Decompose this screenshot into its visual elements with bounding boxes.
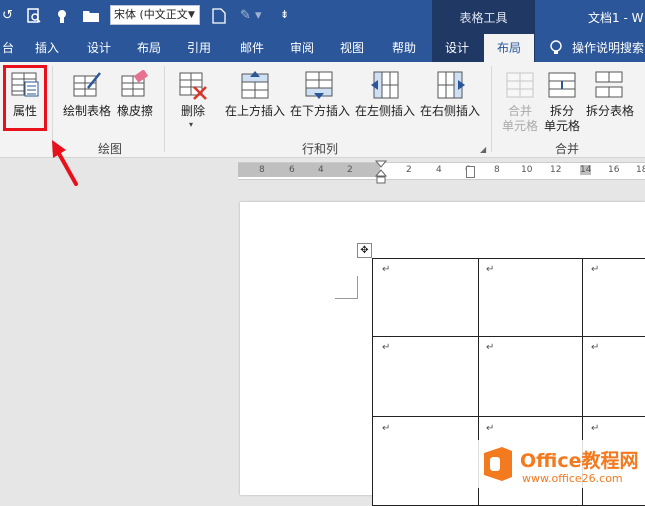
- cell-end-mark: ↵: [382, 264, 391, 275]
- ruler-tick: 8: [259, 165, 265, 175]
- insert-right-icon[interactable]: [436, 70, 466, 100]
- ruler-tick: 2: [406, 165, 412, 175]
- font-dropdown-icon[interactable]: ▼: [188, 5, 195, 25]
- customize-icon[interactable]: ⇟: [280, 8, 289, 21]
- delete-table-icon[interactable]: [178, 70, 208, 100]
- merge-cells-line1[interactable]: 合并: [500, 104, 540, 118]
- contextual-group-title: 表格工具: [459, 11, 508, 25]
- cell-end-mark: ↵: [591, 264, 600, 275]
- insert-left-icon[interactable]: [370, 70, 400, 100]
- ruler-tick: 8: [494, 165, 500, 175]
- insert-right-button[interactable]: 在右侧插入: [419, 104, 481, 118]
- watermark-brand: Office教程网: [520, 450, 639, 472]
- split-cells-line1[interactable]: 拆分: [542, 104, 582, 118]
- group-label-merge: 合并: [554, 142, 579, 156]
- delete-dropdown-icon[interactable]: ▾: [189, 120, 193, 129]
- draw-table-button[interactable]: 绘制表格: [62, 104, 112, 118]
- table-move-handle-icon[interactable]: ✥: [357, 243, 372, 258]
- tab-table-design[interactable]: 设计: [437, 34, 477, 62]
- insert-below-button[interactable]: 在下方插入: [289, 104, 351, 118]
- delete-button[interactable]: 删除: [176, 104, 210, 118]
- tab-table-layout[interactable]: 布局: [484, 34, 534, 62]
- ruler-tick: 14: [580, 165, 592, 175]
- cell-end-mark: ↵: [486, 423, 495, 434]
- font-name-box[interactable]: 宋体 (中文正文: [110, 5, 200, 25]
- merge-cells-line2[interactable]: 单元格: [500, 119, 540, 133]
- tell-me-search[interactable]: 操作说明搜索: [572, 34, 645, 62]
- properties-highlight-box: [3, 65, 47, 131]
- lightbulb-icon: [549, 40, 563, 59]
- red-arrow-icon: [48, 138, 82, 191]
- eraser-icon[interactable]: [120, 69, 150, 100]
- cell-end-mark: ↵: [382, 342, 391, 353]
- document-title: 文档1 - W: [588, 11, 644, 25]
- cell-end-mark: ↵: [486, 264, 495, 275]
- split-cells-icon[interactable]: [547, 70, 577, 100]
- column-marker-icon[interactable]: [466, 166, 475, 178]
- tab-insert[interactable]: 插入: [28, 34, 66, 62]
- tab-start[interactable]: 台: [0, 34, 16, 62]
- ruler-tick: 12: [550, 165, 562, 175]
- insert-below-icon[interactable]: [304, 70, 334, 100]
- draw-table-icon[interactable]: [72, 70, 102, 100]
- ruler-tick: 18: [636, 165, 645, 175]
- ruler-tick: 4: [436, 165, 442, 175]
- new-doc-icon[interactable]: [212, 8, 226, 28]
- print-preview-icon[interactable]: [26, 8, 42, 28]
- tab-layout[interactable]: 布局: [130, 34, 168, 62]
- open-folder-icon[interactable]: [82, 8, 100, 28]
- office-logo-icon: [480, 445, 516, 486]
- tab-design[interactable]: 设计: [80, 34, 118, 62]
- tab-references[interactable]: 引用: [180, 34, 218, 62]
- ruler-tick: 6: [289, 165, 295, 175]
- ruler-tick: 10: [521, 165, 533, 175]
- ruler-tick: 4: [318, 165, 324, 175]
- ruler-tick: 16: [608, 165, 620, 175]
- merge-cells-icon[interactable]: [505, 70, 535, 100]
- insert-above-button[interactable]: 在上方插入: [224, 104, 286, 118]
- cell-end-mark: ↵: [591, 423, 600, 434]
- insert-left-button[interactable]: 在左侧插入: [354, 104, 416, 118]
- undo-icon[interactable]: ↺: [2, 8, 13, 23]
- cell-end-mark: ↵: [382, 423, 391, 434]
- split-cells-line2[interactable]: 单元格: [542, 119, 582, 133]
- watermark-url: www.office26.com: [522, 472, 623, 485]
- eraser-button[interactable]: 橡皮擦: [114, 104, 156, 118]
- tab-mailings[interactable]: 邮件: [233, 34, 271, 62]
- margin-corner-mark: [335, 276, 358, 299]
- tab-view[interactable]: 视图: [333, 34, 371, 62]
- split-table-button[interactable]: 拆分表格: [584, 104, 636, 118]
- indent-marker-icon[interactable]: [374, 160, 388, 187]
- dialog-launcher-icon[interactable]: ◢: [480, 145, 486, 154]
- split-table-icon[interactable]: [594, 70, 624, 100]
- group-separator: [164, 66, 165, 152]
- touch-mode-icon[interactable]: [54, 8, 70, 28]
- group-label-rows-cols: 行和列: [301, 142, 338, 156]
- cell-end-mark: ↵: [591, 342, 600, 353]
- ruler-tick: 2: [347, 165, 353, 175]
- cell-end-mark: ↵: [486, 342, 495, 353]
- format-painter-icon[interactable]: ✎ ▾: [240, 8, 262, 23]
- insert-above-icon[interactable]: [240, 70, 270, 100]
- tab-help[interactable]: 帮助: [385, 34, 423, 62]
- tab-review[interactable]: 审阅: [283, 34, 321, 62]
- group-separator: [491, 66, 492, 152]
